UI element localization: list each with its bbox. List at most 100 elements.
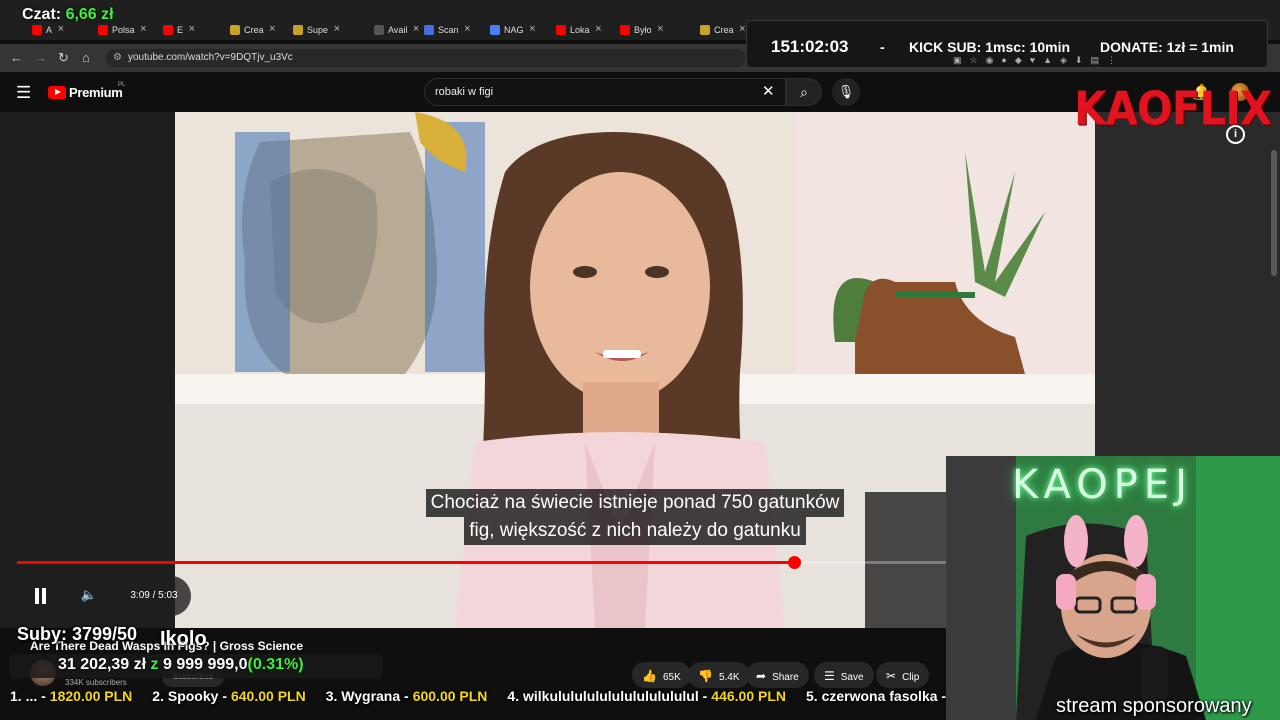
browser-tab[interactable]: Crea × <box>700 20 746 40</box>
dislike-count: 5.4K <box>718 672 740 683</box>
donor-amount: 640.00 PLN <box>230 688 306 704</box>
search-icon: ⌕ <box>800 84 808 100</box>
youtube-premium-label[interactable]: Premium <box>69 85 123 100</box>
screen: A × Polsa × E × Crea × Supe × Avail × Scan × NAG × Loka ×… <box>0 0 1280 720</box>
scissors-icon: ✂ <box>886 669 897 683</box>
video-subtitles: Chociaż na świecie istnieje ponad 750 ga… <box>382 489 888 545</box>
microphone-icon: 🎙 <box>837 84 855 99</box>
stream-info-overlay: 151:02:03 - KICK SUB: 1msc: 10min DONATE… <box>746 20 1268 68</box>
ikolo-overlay-text: Ikolo <box>160 628 207 650</box>
donor-amount: 446.00 PLN <box>711 688 787 704</box>
tab-close-icon[interactable]: × <box>334 23 340 35</box>
tab-close-icon[interactable]: × <box>269 23 275 35</box>
tab-label: Avail <box>388 25 408 35</box>
browser-tab[interactable]: Avail × <box>374 20 419 40</box>
info-icon[interactable]: i <box>1226 125 1245 144</box>
volume-icon: 🔈 <box>80 587 98 602</box>
progress-bar[interactable] <box>17 556 947 569</box>
tab-label: Scan <box>438 25 459 35</box>
tab-favicon-icon <box>32 25 42 35</box>
reload-icon[interactable]: ↻ <box>58 50 69 66</box>
tab-label: Polsa <box>112 25 135 35</box>
site-info-icon[interactable]: ⚙ <box>113 52 122 63</box>
tab-favicon-icon <box>374 25 384 35</box>
browser-tab[interactable]: Loka × <box>556 20 602 40</box>
browser-tab[interactable]: Crea × <box>230 20 276 40</box>
tab-label: Było <box>634 25 652 35</box>
chat-amount: 6,66 zł <box>65 6 114 23</box>
tab-label: Supe <box>307 25 329 35</box>
goal-separator: z <box>150 656 159 673</box>
progress-scrubber-handle[interactable] <box>787 556 801 569</box>
like-count: 65K <box>662 672 681 683</box>
tab-label: NAG <box>504 25 524 35</box>
tab-close-icon[interactable]: × <box>140 23 146 35</box>
tab-close-icon[interactable]: × <box>739 23 745 35</box>
tab-close-icon[interactable]: × <box>529 23 535 35</box>
page-scrollbar[interactable] <box>1271 150 1277 276</box>
pause-button[interactable] <box>17 576 63 616</box>
tab-close-icon[interactable]: × <box>595 23 601 35</box>
tab-label: E <box>177 25 184 35</box>
goal-current: 31 202,39 zł <box>58 656 147 673</box>
time-text: 3:09 / 5:03 <box>130 590 178 601</box>
stream-timer: 151:02:03 <box>771 37 849 56</box>
donor-amount: 1820.00 PLN <box>49 688 133 704</box>
subs-counter-overlay: Suby: 3799/50 <box>17 624 138 644</box>
voice-search-button[interactable]: 🎙 <box>832 78 860 106</box>
tab-favicon-icon <box>424 25 434 35</box>
volume-button[interactable]: 🔈 <box>68 576 110 616</box>
tab-label: Crea <box>244 25 264 35</box>
region-code: PL <box>118 82 126 88</box>
like-button[interactable]: 👍 65K <box>632 662 691 688</box>
search-input[interactable]: robaki w figi <box>424 78 786 106</box>
tab-close-icon[interactable]: × <box>58 23 64 35</box>
hamburger-menu-icon[interactable]: ☰ <box>16 83 31 103</box>
tab-favicon-icon <box>556 25 566 35</box>
dislike-button[interactable]: 👎 5.4K <box>688 662 750 688</box>
progress-played <box>17 561 794 564</box>
back-icon[interactable]: ← <box>10 50 23 65</box>
share-label: Share <box>772 672 799 683</box>
tab-favicon-icon <box>490 25 500 35</box>
subtitle-line-2: fig, większość z nich należy do gatunku <box>464 517 806 545</box>
tab-close-icon[interactable]: × <box>464 23 470 35</box>
browser-tab[interactable]: Supe × <box>293 20 340 40</box>
search-query: robaki w figi <box>435 86 494 98</box>
home-icon[interactable]: ⌂ <box>82 50 90 65</box>
browser-tab[interactable]: NAG × <box>490 20 536 40</box>
donor-name: 5. czerwona fasolka - <box>806 688 947 704</box>
browser-tab[interactable]: Było × <box>620 20 664 40</box>
donate-info: DONATE: 1zł = 1min <box>1100 39 1234 55</box>
share-button[interactable]: ➦ Share <box>746 662 809 688</box>
thumbs-down-icon: 👎 <box>698 669 713 683</box>
tab-label: Crea <box>714 25 734 35</box>
stream-separator: - <box>880 39 885 55</box>
time-display: 3:09 / 5:03 <box>117 576 191 616</box>
donor-name: 2. Spooky - <box>152 688 227 704</box>
browser-tab[interactable]: E × <box>163 20 195 40</box>
clip-button[interactable]: ✂ Clip <box>876 662 930 688</box>
goal-target: 9 999 999,0 <box>162 656 248 673</box>
save-button[interactable]: ☰ Save <box>814 662 874 688</box>
tab-close-icon[interactable]: × <box>413 23 419 35</box>
tab-close-icon[interactable]: × <box>189 23 195 35</box>
url-field[interactable]: ⚙ youtube.com/watch?v=9DQTjv_u3Vc <box>106 49 746 67</box>
clear-search-icon[interactable]: ✕ <box>762 82 775 100</box>
search-button[interactable]: ⌕ <box>786 78 822 106</box>
forward-icon[interactable]: → <box>34 50 47 65</box>
donation-goal-text: 31 202,39 zł z 9 999 999,0(0.31%) <box>58 656 304 674</box>
tab-favicon-icon <box>163 25 173 35</box>
save-icon: ☰ <box>824 669 835 683</box>
channel-subscriber-count: 334K subscribers <box>65 678 127 687</box>
share-icon: ➦ <box>756 669 767 683</box>
chat-donation-overlay: Czat: 6,66 zł <box>22 6 114 24</box>
extension-icons[interactable]: ▣☆◉●◆♥▲◈⬇▤⋮ <box>953 55 1124 66</box>
donor-amount: 600.00 PLN <box>412 688 488 704</box>
youtube-logo-icon[interactable] <box>48 86 66 99</box>
tab-close-icon[interactable]: × <box>657 23 663 35</box>
donor-name: 4. wilkulululululululululululul - <box>507 688 708 704</box>
secondary-panel <box>1095 112 1280 456</box>
tab-favicon-icon <box>230 25 240 35</box>
browser-tab[interactable]: Scan × <box>424 20 471 40</box>
